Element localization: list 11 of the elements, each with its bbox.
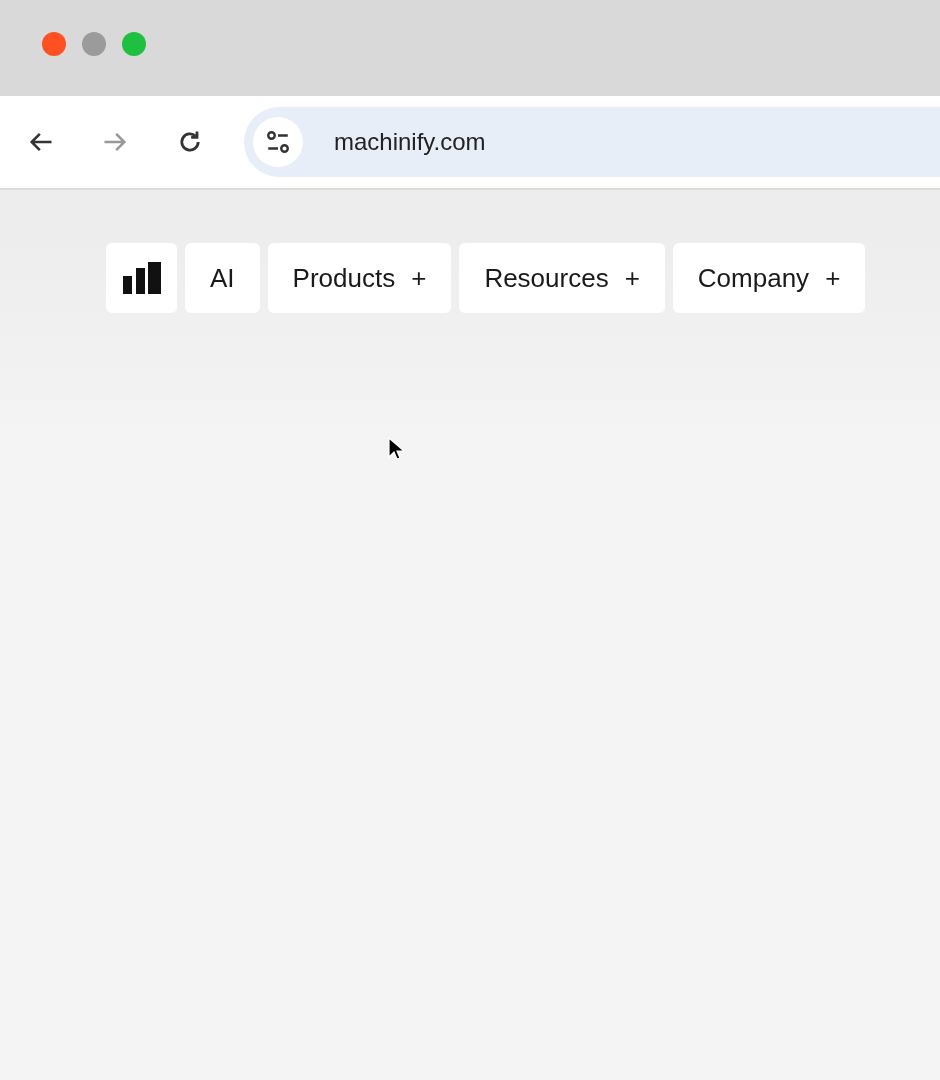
- cursor-icon: [388, 437, 404, 461]
- site-settings-button[interactable]: [253, 117, 303, 167]
- nav-item[interactable]: Products +: [267, 243, 452, 313]
- sliders-icon: [265, 129, 291, 155]
- address-bar[interactable]: machinify.com: [244, 107, 940, 177]
- url-text: machinify.com: [334, 127, 486, 157]
- nav-item[interactable]: AI: [185, 243, 260, 313]
- logo-icon: [122, 262, 161, 294]
- nav-item[interactable]: Company +: [672, 243, 866, 313]
- logo-button[interactable]: [106, 243, 177, 313]
- nav-item[interactable]: Resources +: [459, 243, 665, 313]
